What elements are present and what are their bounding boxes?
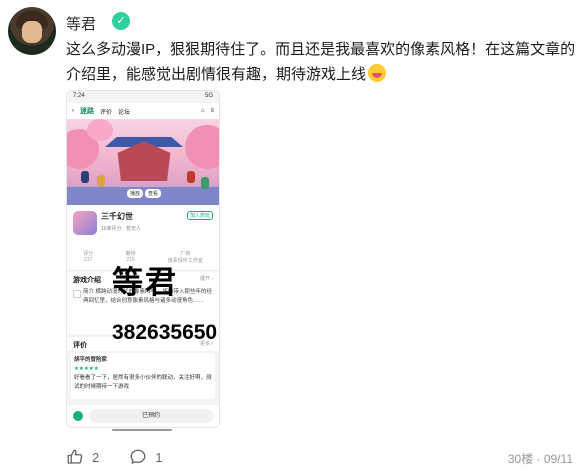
status-signal: 5G	[204, 93, 213, 99]
phone-status-bar: 7:24 5G	[67, 91, 219, 103]
phone-bottom-bar: 已预约	[67, 405, 219, 427]
comment-actions: 2 1	[66, 448, 192, 466]
banner-buttons: 播放 查看	[127, 189, 162, 198]
game-subtitle: 16家评分 · 暂无人	[101, 226, 142, 232]
booked-button: 已预约	[89, 409, 213, 423]
review-title: 评价	[73, 342, 87, 349]
banner-button-play: 播放	[127, 189, 144, 198]
more-icon: ≡	[210, 108, 214, 114]
verified-badge-icon: ✓	[112, 12, 130, 30]
reply-button[interactable]: 1	[129, 448, 162, 466]
intro-title: 游戏介绍	[73, 277, 101, 284]
reviewer-name: 胡平的冒险家	[74, 357, 108, 363]
game-header: 三千幻世 16家评分 · 暂无人 加入想玩	[67, 205, 219, 247]
home-icon: ⌂	[200, 108, 205, 114]
floor-and-date: 30楼 · 09/11	[507, 452, 573, 466]
bottom-app-icon	[73, 411, 83, 421]
status-time: 7:24	[73, 93, 85, 99]
banner-button-view: 查看	[145, 189, 162, 198]
like-button[interactable]: 2	[66, 448, 99, 466]
tab-forum: 论坛	[118, 109, 131, 116]
app-logo: 迷路	[80, 108, 94, 115]
wishlist-button: 加入想玩	[186, 211, 213, 220]
image-divider	[112, 429, 172, 431]
comment-text: 这么多动漫IP，狠狠期待住了。而且还是我最喜欢的像素风格！在这篇文章的介绍里，能…	[66, 37, 578, 87]
phone-nav-bar: ‹ 迷路 评价 论坛 ⌂ ≡	[67, 103, 219, 119]
comment-body: 这么多动漫IP，狠狠期待住了。而且还是我最喜欢的像素风格！在这篇文章的介绍里，能…	[66, 41, 576, 83]
reply-count: 1	[155, 449, 163, 465]
like-count: 2	[92, 449, 100, 465]
tab-reviews: 评价	[100, 109, 113, 116]
watermark-id: 382635650	[112, 321, 218, 344]
avatar-face	[22, 21, 42, 43]
game-name: 三千幻世	[101, 212, 133, 221]
review-stars: ★★★★★	[74, 366, 99, 372]
back-icon: ‹	[72, 108, 74, 114]
review-card: 胡平的冒险家 ★★★★★ 好看看了一下，居然有很多小伙伴的联动，关注好啊，测试的…	[71, 353, 215, 399]
thumbs-up-icon	[67, 449, 83, 464]
intro-more: 展开 ›	[199, 276, 213, 282]
username[interactable]: 等君	[66, 13, 96, 34]
comment-bubble-icon	[130, 449, 146, 464]
stat-rating: 评分 217	[83, 251, 94, 263]
user-avatar[interactable]	[8, 7, 56, 55]
review-text: 好看看了一下，居然有很多小伙伴的联动，关注好啊，测试的时候期待一下游戏	[74, 375, 212, 390]
game-banner-image: 播放 查看	[67, 119, 219, 205]
laughing-face-emoji-icon	[368, 64, 387, 82]
game-icon	[73, 211, 97, 235]
watermark-name: 等君	[112, 265, 178, 300]
